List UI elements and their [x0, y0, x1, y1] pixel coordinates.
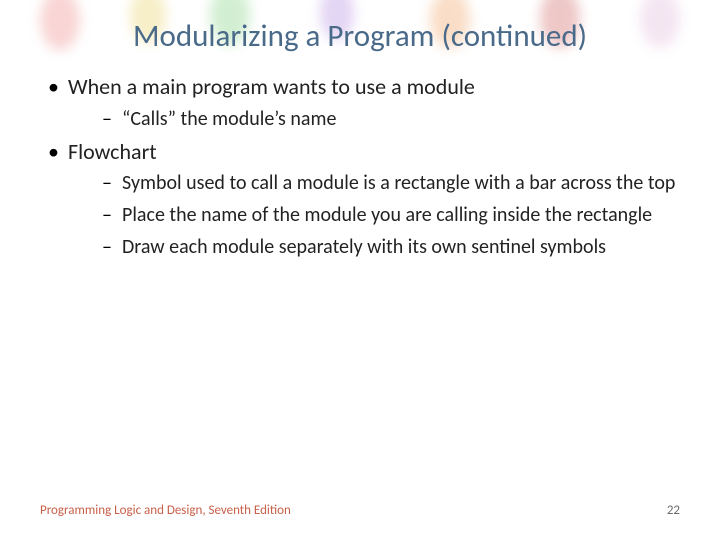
bullet-item: When a main program wants to use a modul… — [40, 73, 680, 132]
bullet-text: Flowchart — [68, 138, 157, 165]
sub-bullet-item: Symbol used to call a module is a rectan… — [68, 170, 680, 196]
slide-content: When a main program wants to use a modul… — [40, 73, 680, 260]
sub-bullet-item: “Calls” the module’s name — [68, 106, 680, 132]
bullet-text: When a main program wants to use a modul… — [68, 73, 475, 100]
sub-bullet-item: Draw each module separately with its own… — [68, 234, 680, 260]
bullet-list: When a main program wants to use a modul… — [40, 73, 680, 260]
footer-text: Programming Logic and Design, Seventh Ed… — [40, 503, 291, 518]
bullet-item: Flowchart Symbol used to call a module i… — [40, 138, 680, 261]
slide-title: Modularizing a Program (continued) — [40, 18, 680, 55]
page-number: 22 — [667, 503, 680, 518]
sub-bullet-list: “Calls” the module’s name — [68, 106, 680, 132]
sub-bullet-item: Place the name of the module you are cal… — [68, 202, 680, 228]
sub-bullet-list: Symbol used to call a module is a rectan… — [68, 170, 680, 260]
slide: Modularizing a Program (continued) When … — [0, 0, 720, 540]
